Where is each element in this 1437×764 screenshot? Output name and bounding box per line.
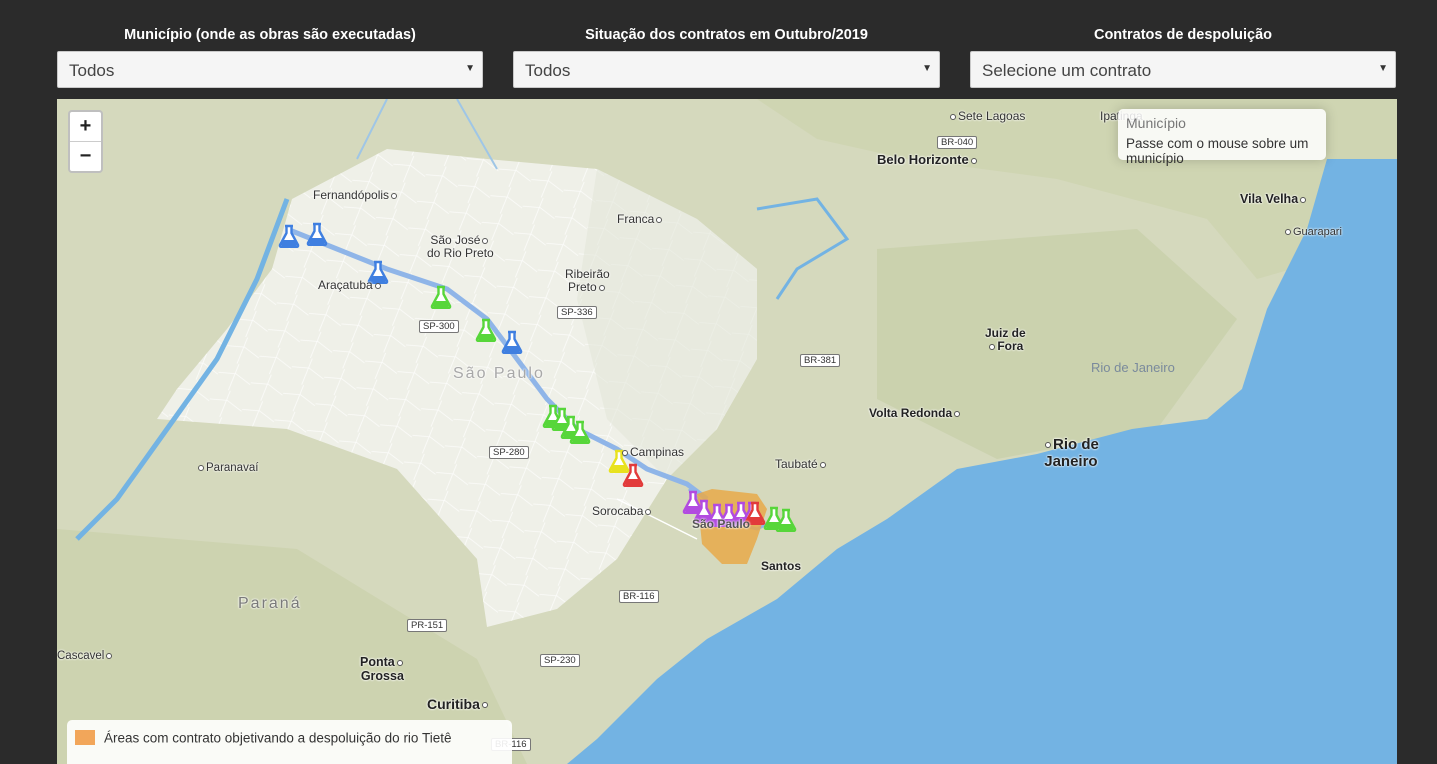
- place-vila-velha: Vila Velha: [1240, 192, 1308, 206]
- place-rio-de-janeiro-estado: Rio de Janeiro: [1091, 360, 1175, 375]
- flask-marker-icon[interactable]: [501, 330, 523, 354]
- place-juiz-de-fora: Juiz de Fora: [985, 326, 1026, 353]
- flask-marker-icon[interactable]: [475, 318, 497, 342]
- chevron-down-icon: ▼: [1378, 63, 1388, 74]
- situacao-select-value: Todos: [525, 61, 571, 80]
- flask-marker-icon[interactable]: [430, 285, 452, 309]
- zoom-in-button[interactable]: +: [70, 112, 101, 141]
- contratos-select[interactable]: Selecione um contrato ▼: [970, 51, 1396, 88]
- place-curitiba: Curitiba: [427, 696, 490, 712]
- info-text: Passe com o mouse sobre um município: [1126, 136, 1309, 166]
- place-franca: Franca: [617, 212, 664, 226]
- place-sao-paulo-cidade: São Paulo: [692, 517, 751, 531]
- map-legend: Áreas com contrato objetivando a despolu…: [67, 720, 512, 764]
- road-shield: BR-040: [937, 136, 978, 149]
- flask-marker-icon[interactable]: [278, 224, 300, 248]
- place-cascavel: Cascavel: [57, 650, 114, 662]
- place-sete-lagoas: Sete Lagoas: [948, 109, 1025, 123]
- road-shield: SP-230: [540, 654, 580, 667]
- municipio-select[interactable]: Todos ▼: [57, 51, 483, 88]
- place-sorocaba: Sorocaba: [592, 504, 653, 518]
- place-paranavai: Paranavaí: [196, 462, 258, 474]
- road-shield: BR-381: [800, 354, 841, 367]
- place-taubate: Taubaté: [775, 457, 828, 471]
- map[interactable]: Sete Lagoas Ipatinga Belo Horizonte Vila…: [57, 99, 1397, 764]
- filter-bar: Município (onde as obras são executadas)…: [0, 0, 1437, 98]
- place-rio-de-janeiro: Rio de Janeiro: [1044, 436, 1099, 470]
- road-shield: BR-116: [619, 590, 659, 603]
- place-sao-paulo-estado: São Paulo: [453, 365, 545, 382]
- place-campinas: Campinas: [620, 445, 684, 459]
- filter-municipio-label: Município (onde as obras são executadas): [124, 27, 416, 43]
- situacao-select[interactable]: Todos ▼: [513, 51, 940, 88]
- place-volta-redonda: Volta Redonda: [869, 406, 962, 420]
- road-shield: PR-151: [407, 619, 448, 632]
- flask-marker-icon[interactable]: [622, 463, 644, 487]
- place-ponta-grossa: Ponta Grossa: [360, 655, 404, 683]
- chevron-down-icon: ▼: [922, 63, 932, 74]
- flask-marker-icon[interactable]: [775, 508, 797, 532]
- place-aracatuba: Araçatuba: [318, 278, 383, 292]
- place-belo-horizonte: Belo Horizonte: [877, 152, 979, 167]
- info-title: Município: [1126, 115, 1186, 131]
- place-ribeirao-preto: Ribeirão Preto: [565, 267, 610, 294]
- contratos-select-value: Selecione um contrato: [982, 61, 1152, 80]
- road-shield: SP-336: [557, 306, 597, 319]
- info-panel: Município Passe com o mouse sobre um mun…: [1118, 109, 1326, 166]
- filter-situacao-label: Situação dos contratos em Outubro/2019: [585, 27, 868, 43]
- map-base-tiles: [57, 99, 1397, 764]
- flask-marker-icon[interactable]: [306, 222, 328, 246]
- zoom-out-button[interactable]: −: [70, 141, 101, 171]
- place-sao-jose-rio-preto: São José do Rio Preto: [427, 233, 494, 260]
- municipio-select-value: Todos: [69, 61, 115, 80]
- road-shield: SP-280: [489, 446, 529, 459]
- legend-swatch: [75, 730, 95, 746]
- road-shield: SP-300: [419, 320, 459, 333]
- zoom-control: + −: [68, 110, 103, 173]
- chevron-down-icon: ▼: [465, 63, 475, 74]
- place-fernandopolis: Fernandópolis: [313, 188, 399, 202]
- filter-contratos-label: Contratos de despoluição: [1093, 27, 1273, 43]
- place-santos: Santos: [761, 559, 802, 573]
- flask-marker-icon[interactable]: [569, 420, 591, 444]
- legend-label: Áreas com contrato objetivando a despolu…: [104, 730, 452, 746]
- place-parana: Paraná: [238, 595, 302, 612]
- place-guarapari: Guarapari: [1283, 226, 1342, 238]
